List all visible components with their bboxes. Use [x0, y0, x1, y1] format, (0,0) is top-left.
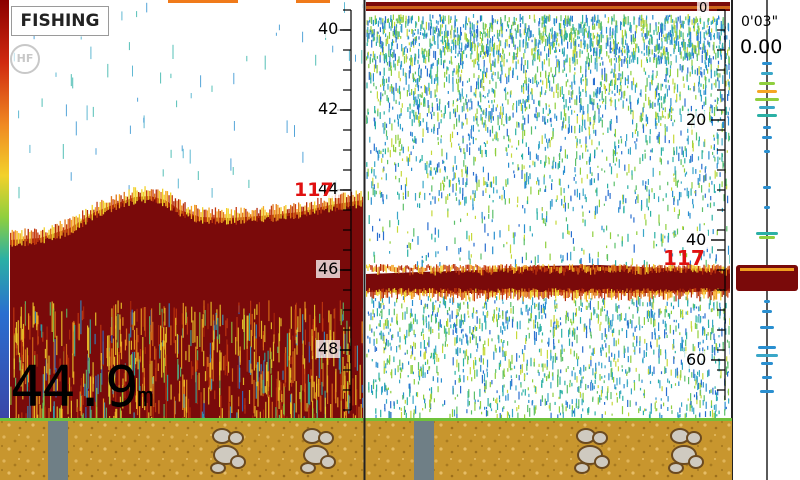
history-echo-layer [366, 14, 730, 418]
history-depth-label-0: 0 [697, 0, 710, 18]
history-depth-label-20: 20 [684, 110, 709, 129]
hf-circle-icon[interactable]: HF [10, 44, 40, 74]
history-depth-label-60: 60 [684, 350, 709, 369]
mode-label[interactable]: FISHING [11, 6, 109, 36]
zoom-depth-label-48: 48 [316, 339, 341, 358]
current-depth-readout: 44.9m [10, 358, 154, 427]
depth-unit: m [136, 380, 154, 413]
elapsed-time: 0'03" [741, 14, 779, 30]
zoom-depth-label-40: 40 [316, 19, 341, 38]
zoom-bottom-depth-marker: 117 [294, 179, 334, 201]
zoom-depth-label-42: 42 [316, 99, 341, 118]
fish-finder-screen: FISHING HF 40 42 44 46 48 117 44.9m 0 20… [0, 0, 800, 480]
color-bar [0, 0, 9, 418]
history-bottom-depth-marker: 117 [663, 246, 705, 270]
speed-readout: 0.00 [740, 36, 783, 58]
depth-value: 44.9 [10, 355, 139, 420]
zoom-depth-label-46: 46 [316, 259, 341, 278]
seabed-ground [0, 420, 732, 480]
